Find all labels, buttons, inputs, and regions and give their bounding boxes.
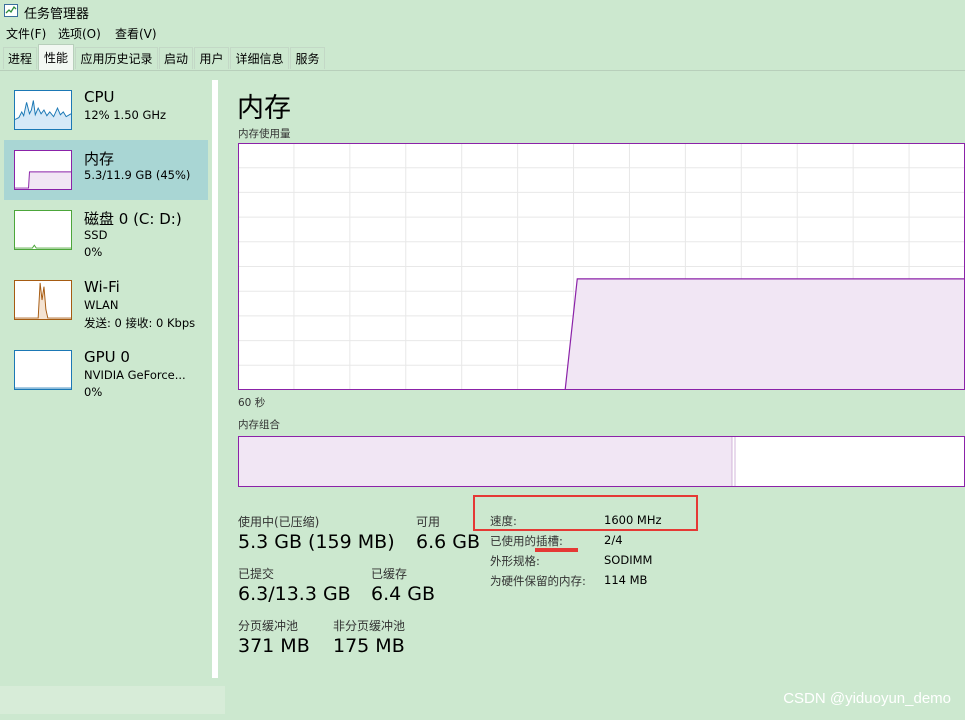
window-title: 任务管理器 <box>24 7 90 22</box>
menu-view[interactable]: 查看(V) <box>115 25 157 42</box>
nonpaged-pool-label: 非分页缓冲池 <box>333 619 406 633</box>
gpu-thumbnail <box>14 350 72 390</box>
page-title: 内存 <box>237 93 291 124</box>
disk-thumbnail <box>14 210 72 250</box>
composition-label: 内存组合 <box>238 419 280 431</box>
cached-label: 已缓存 <box>371 567 408 581</box>
tab-performance[interactable]: 性能 <box>38 44 74 70</box>
in-use-label: 使用中(已压缩) <box>238 515 320 529</box>
cpu-thumbnail <box>14 90 72 130</box>
slots-label: 已使用的插槽: <box>490 534 563 548</box>
device-detail: NVIDIA GeForce... <box>84 368 186 382</box>
device-item-gpu[interactable]: GPU 0 NVIDIA GeForce... 0% <box>4 340 208 400</box>
memory-usage-chart <box>238 143 965 390</box>
tab-app-history[interactable]: 应用历史记录 <box>75 47 158 69</box>
modified-segment <box>731 436 736 487</box>
device-name: Wi-Fi <box>84 278 120 296</box>
device-name: 内存 <box>84 150 115 168</box>
slots-highlight-underline <box>535 548 578 552</box>
memory-thumbnail <box>14 150 72 190</box>
slots-value: 2/4 <box>604 533 623 547</box>
watermark: CSDN @yiduoyun_demo <box>783 690 951 707</box>
device-detail-2: 0% <box>84 245 103 259</box>
panel-splitter[interactable] <box>212 80 218 678</box>
status-strip <box>0 686 225 714</box>
device-list: CPU 12% 1.50 GHz 内存 5.3/11.9 GB (45%) 磁盘… <box>0 75 212 680</box>
hardware-reserved-label: 为硬件保留的内存: <box>490 574 586 588</box>
tab-processes[interactable]: 进程 <box>3 47 37 69</box>
form-factor-value: SODIMM <box>604 553 653 567</box>
menu-options[interactable]: 选项(O) <box>58 25 101 42</box>
tab-startup[interactable]: 启动 <box>159 47 193 69</box>
usage-graph-label: 内存使用量 <box>238 128 291 140</box>
device-detail-2: 发送: 0 接收: 0 Kbps <box>84 316 196 330</box>
paged-pool-value: 371 MB <box>238 635 310 657</box>
paged-pool-label: 分页缓冲池 <box>238 619 299 633</box>
device-item-wifi[interactable]: Wi-Fi WLAN 发送: 0 接收: 0 Kbps <box>4 270 208 330</box>
tab-users[interactable]: 用户 <box>194 47 229 69</box>
device-name: 磁盘 0 (C: D:) <box>84 210 182 228</box>
available-label: 可用 <box>416 515 441 529</box>
in-use-segment <box>238 436 732 487</box>
task-manager-icon <box>4 4 18 17</box>
device-detail-2: 0% <box>84 385 103 399</box>
device-item-memory[interactable]: 内存 5.3/11.9 GB (45%) <box>4 140 208 200</box>
speed-highlight-box <box>473 495 698 531</box>
tab-details[interactable]: 详细信息 <box>230 47 289 69</box>
wifi-thumbnail <box>14 280 72 320</box>
available-value: 6.6 GB <box>416 531 481 553</box>
committed-value: 6.3/13.3 GB <box>238 583 351 605</box>
device-detail: 12% 1.50 GHz <box>84 108 167 122</box>
device-name: GPU 0 <box>84 348 130 366</box>
device-detail: 5.3/11.9 GB (45%) <box>84 168 191 182</box>
form-factor-label: 外形规格: <box>490 554 540 568</box>
time-axis-label: 60 秒 <box>238 397 266 409</box>
in-use-value: 5.3 GB (159 MB) <box>238 531 395 553</box>
title-bar <box>0 0 965 22</box>
memory-composition-bar <box>238 436 965 487</box>
device-name: CPU <box>84 88 115 106</box>
cached-value: 6.4 GB <box>371 583 436 605</box>
nonpaged-pool-value: 175 MB <box>333 635 405 657</box>
device-detail: WLAN <box>84 298 119 312</box>
committed-label: 已提交 <box>238 567 275 581</box>
tab-services[interactable]: 服务 <box>290 47 325 69</box>
device-detail: SSD <box>84 228 108 242</box>
device-item-cpu[interactable]: CPU 12% 1.50 GHz <box>4 80 208 140</box>
device-item-disk[interactable]: 磁盘 0 (C: D:) SSD 0% <box>4 200 208 260</box>
hardware-reserved-value: 114 MB <box>604 573 648 587</box>
menu-file[interactable]: 文件(F) <box>6 25 46 42</box>
